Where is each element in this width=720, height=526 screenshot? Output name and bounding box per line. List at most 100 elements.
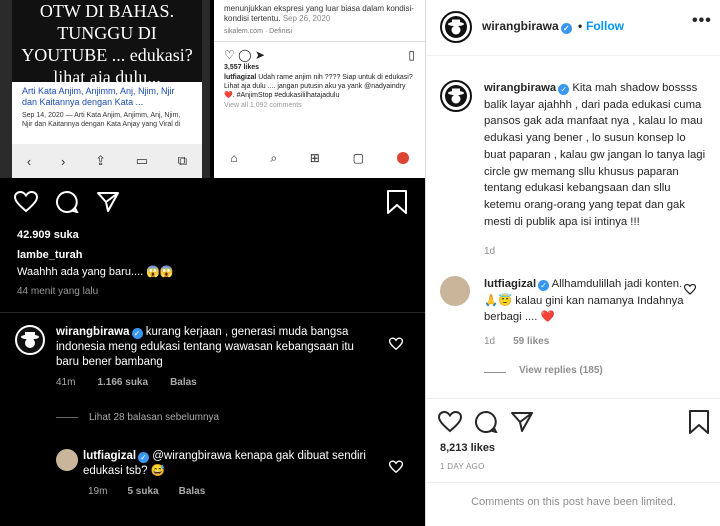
comments-limited-notice: Comments on this post have been limited. [471,496,676,508]
bookmark-icon: ▯ [408,48,415,62]
heart-icon[interactable] [14,191,38,213]
share-icon: ⇪ [95,153,106,168]
comment-time: 19m [88,486,108,497]
reply-separator [56,417,78,418]
shop-icon: ▢ [352,151,364,165]
comment: lutfiagizal ✓ Allhamdulillah jadi konten.… [484,276,684,326]
headline-line: TUNGGU DI [57,23,157,43]
comment: wirangbirawa ✓ kurang kerjaan , generasi … [56,325,376,370]
comment-username[interactable]: wirangbirawa [56,326,130,338]
profile-icon [396,152,409,164]
verified-icon: ✓ [138,452,150,463]
mini-caption-user: lutfiagizal [224,74,257,81]
right-post-panel: wirangbirawa ✓ • Follow ••• wirangbirawa ✓… [425,0,720,526]
verified-icon: ✓ [538,280,550,291]
left-post-screenshot: OTW DI BAHAS. TUNGGU DI YOUTUBE ... eduk… [0,0,425,526]
avatar[interactable] [15,325,45,355]
comment-reply: lutfiagizal ✓ @wirangbirawa kenapa gak di… [83,449,383,479]
dot-separator: • [578,19,583,33]
headline-line: YOUTUBE ... edukasi? [21,45,193,65]
book-icon: ▭ [135,153,149,168]
verified-icon: ✓ [558,84,570,95]
comment-username[interactable]: lambe_turah [17,249,82,261]
add-icon: ⊞ [309,151,320,165]
comment-likes[interactable]: 59 likes [513,336,549,347]
caption-age: 1d [484,246,496,257]
avatar-hat-icon [21,332,39,348]
bookmark-icon[interactable] [688,410,710,434]
avatar[interactable] [56,449,78,471]
more-options-icon[interactable]: ••• [692,12,712,30]
like-comment-heart-icon[interactable] [389,460,403,474]
embedded-screenshot-search: OTW DI BAHAS. TUNGGU DI YOUTUBE ... eduk… [0,0,210,178]
divider [0,312,425,313]
reply-button[interactable]: Balas [170,377,197,388]
post-caption: wirangbirawa ✓ Kita mah shadow bossss bal… [484,80,706,230]
mini-likes: 3,557 likes [224,64,260,71]
back-icon: ‹ [26,153,32,169]
comment-likes[interactable]: 1.166 suka [97,377,148,388]
username-link[interactable]: wirangbirawa [482,19,559,33]
avatar[interactable] [440,80,472,112]
tabs-icon: ⧉ [177,153,188,168]
reply-separator [484,372,506,373]
avatar[interactable] [440,11,472,43]
avatar[interactable] [440,276,470,306]
comment-text: Waahhh ada yang baru.... 😱😱 [17,266,174,278]
post-timestamp: 1 DAY AGO [440,462,485,471]
likes-count[interactable]: 42.909 suka [17,229,79,241]
verified-icon: ✓ [131,328,143,339]
comment-username[interactable]: lutfiagizal [484,278,536,290]
heart-icon: ♡ ◯ ➤ [224,48,265,62]
view-replies-button[interactable]: View replies (185) [519,365,603,376]
headline-image: OTW DI BAHAS. TUNGGU DI YOUTUBE ... eduk… [12,0,202,87]
browser-toolbar: ‹ › ⇪ ▭ ⧉ [12,144,202,178]
divider [426,482,720,483]
search-icon: ⌕ [270,150,278,165]
search-result-snippet: Sep 14, 2020 — Arti Kata Anjim, Anjimm, … [22,112,181,128]
comment-meta: 41m 1.166 suka Balas [56,377,197,388]
heart-icon[interactable] [438,411,462,433]
view-previous-replies[interactable]: Lihat 28 balasan sebelumnya [89,412,219,423]
divider [426,398,720,399]
post-username: wirangbirawa ✓ • [482,19,585,34]
avatar-hat-icon [445,85,467,107]
caption-username[interactable]: wirangbirawa [484,82,556,94]
comment-meta: 19m 5 suka Balas [88,486,205,497]
mini-view-all: View all 1,092 comments [224,102,302,109]
home-icon: ⌂ [230,151,238,165]
likes-count[interactable]: 8,213 likes [440,442,495,454]
mini-caption: lutfiagizal Udah rame anjim nih ???? Sia… [214,71,425,102]
left-action-bar [14,190,414,216]
share-icon[interactable] [510,411,534,433]
like-comment-heart-icon[interactable] [389,337,403,351]
search-result: Arti Kata Anjim, Anjimm, Anj, Njim, Njir… [12,82,202,144]
post-header: wirangbirawa ✓ • Follow ••• [426,0,720,56]
comment-icon[interactable] [474,411,498,433]
bookmark-icon[interactable] [386,190,408,214]
share-icon[interactable] [96,191,120,213]
comment-username[interactable]: lutfiagizal [83,450,136,462]
reply-button[interactable]: Balas [179,486,206,497]
comment-likes[interactable]: 5 suka [127,486,158,497]
embedded-screenshot-instagram: menunjukkan ekspresi yang luar biasa dal… [214,0,425,178]
mini-bottom-nav: ⌂ ⌕ ⊞ ▢ [214,146,425,170]
comment-age: 1d [484,336,496,347]
forward-icon: › [60,153,66,169]
caption-text: Kita mah shadow bossss balik layar ajahh… [484,82,706,228]
comment-time: 41m [56,377,76,388]
search-result-title: Arti Kata Anjim, Anjimm, Anj, Njim, Njir… [22,86,175,107]
verified-icon: ✓ [560,23,572,34]
avatar-hat-icon [445,16,467,38]
follow-button[interactable]: Follow [586,19,624,33]
headline-line: OTW DI BAHAS. [39,1,175,21]
mini-action-bar: ♡ ◯ ➤ ▯ [214,42,425,64]
definition-date: Sep 26, 2020 [282,14,331,23]
definition-text: menunjukkan ekspresi yang luar biasa dal… [214,0,425,28]
post-action-bar [438,410,713,436]
definition-source: sikalem.com · Definisi [214,28,425,42]
comment-icon[interactable] [55,191,79,213]
comment-timestamp: 44 menit yang lalu [17,286,99,297]
comment-meta: 1d 59 likes [484,336,549,347]
like-comment-heart-icon[interactable] [684,284,696,295]
